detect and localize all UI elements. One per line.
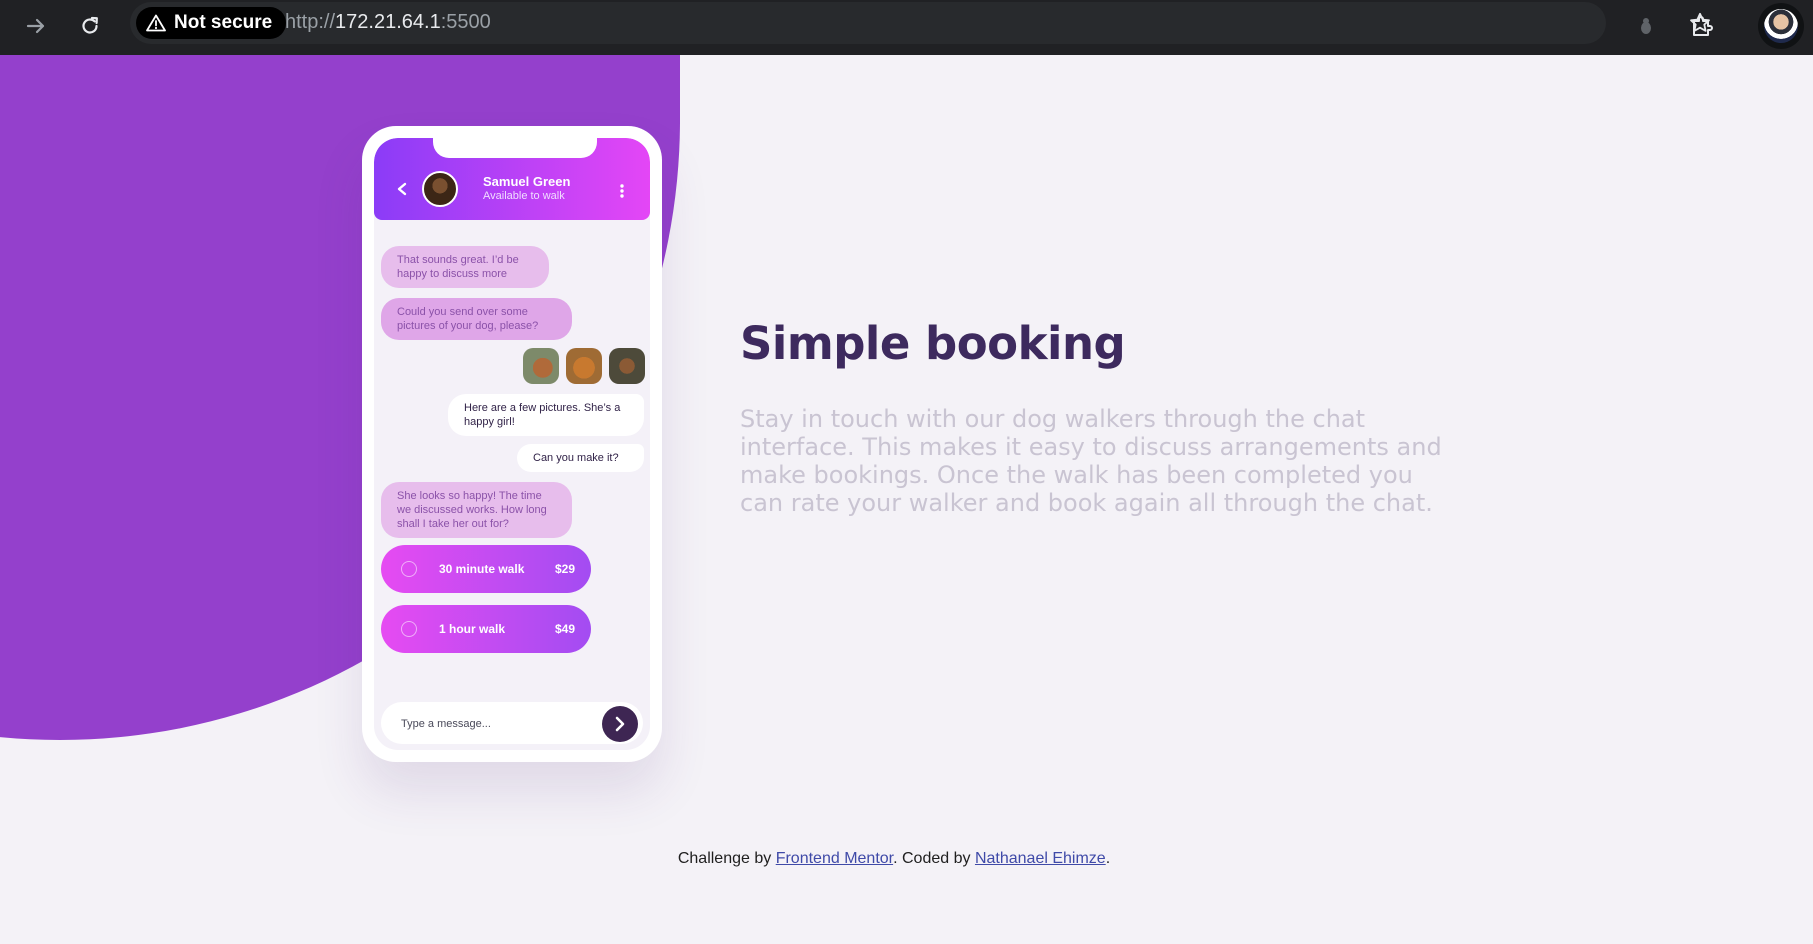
reload-icon	[82, 16, 98, 34]
footer-suffix: .	[1105, 850, 1111, 867]
walk-option-1-hour[interactable]: 1 hour walk $49	[381, 605, 591, 653]
page-description: Stay in touch with our dog walkers throu…	[740, 405, 1442, 517]
footer-middle: . Coded by	[893, 850, 971, 867]
message-incoming: That sounds great. I’d be happy to discu…	[381, 246, 549, 288]
forward-button[interactable]	[16, 6, 56, 46]
contact-name: Samuel Green	[483, 174, 571, 189]
radio-circle-icon	[401, 561, 417, 577]
phone-notch	[433, 138, 597, 158]
message-composer	[381, 702, 643, 744]
url-port: :5500	[440, 11, 491, 33]
radio-circle-icon	[401, 621, 417, 637]
message-incoming: Could you send over some pictures of you…	[381, 298, 572, 340]
contact-status: Available to walk	[483, 190, 565, 202]
walk-option-price: $29	[554, 562, 575, 576]
url-scheme: http://	[285, 11, 336, 33]
extension-bug-button[interactable]	[1626, 6, 1666, 46]
message-outgoing: Here are a few pictures. She’s a happy g…	[448, 394, 644, 436]
message-outgoing: Can you make it?	[517, 444, 644, 472]
security-indicator[interactable]: Not secure	[136, 7, 287, 39]
address-bar[interactable]: Not secure http://172.21.64.1:5500	[130, 2, 1710, 44]
dog-photo-thumbnail[interactable]	[609, 348, 645, 384]
send-button[interactable]	[602, 706, 638, 742]
extensions-button[interactable]	[1682, 6, 1722, 46]
contact-avatar	[422, 171, 458, 207]
browser-toolbar: Not secure http://172.21.64.1:5500	[0, 0, 1813, 55]
chevron-left-icon[interactable]	[396, 182, 408, 196]
profile-avatar-icon	[1764, 9, 1798, 43]
walk-option-label: 30 minute walk	[439, 562, 525, 576]
author-link[interactable]: Nathanael Ehimze	[975, 850, 1106, 867]
chat-screen: Samuel Green Available to walk That soun…	[374, 138, 650, 750]
message-input[interactable]	[399, 712, 583, 736]
attribution-footer: Challenge by Frontend Mentor. Coded by N…	[0, 850, 1788, 868]
puzzle-icon	[1693, 16, 1713, 36]
arrow-right-icon	[26, 18, 45, 34]
url-host: 172.21.64.1	[335, 11, 441, 33]
profile-avatar-button[interactable]	[1758, 3, 1804, 49]
page-title: Simple booking	[740, 317, 1126, 370]
frontend-mentor-link[interactable]: Frontend Mentor	[776, 850, 893, 867]
chat-header: Samuel Green Available to walk	[374, 138, 650, 220]
walk-option-price: $49	[554, 622, 575, 636]
url-text[interactable]: http://172.21.64.1:5500	[285, 11, 491, 34]
footer-prefix: Challenge by	[677, 850, 772, 867]
warning-icon	[146, 14, 166, 32]
dog-photo-thumbnail[interactable]	[566, 348, 602, 384]
more-vertical-icon[interactable]	[619, 183, 625, 199]
dog-photo-thumbnail[interactable]	[523, 348, 559, 384]
walk-option-30-minute[interactable]: 30 minute walk $29	[381, 545, 591, 593]
page-viewport: Samuel Green Available to walk That soun…	[0, 55, 1813, 944]
bug-icon	[1641, 18, 1651, 34]
reload-button[interactable]	[70, 6, 110, 46]
chevron-right-icon	[615, 716, 625, 732]
security-label: Not secure	[174, 12, 273, 33]
walk-option-label: 1 hour walk	[439, 622, 506, 636]
message-incoming: She looks so happy! The time we discusse…	[381, 482, 572, 538]
phone-mockup: Samuel Green Available to walk That soun…	[362, 126, 662, 762]
